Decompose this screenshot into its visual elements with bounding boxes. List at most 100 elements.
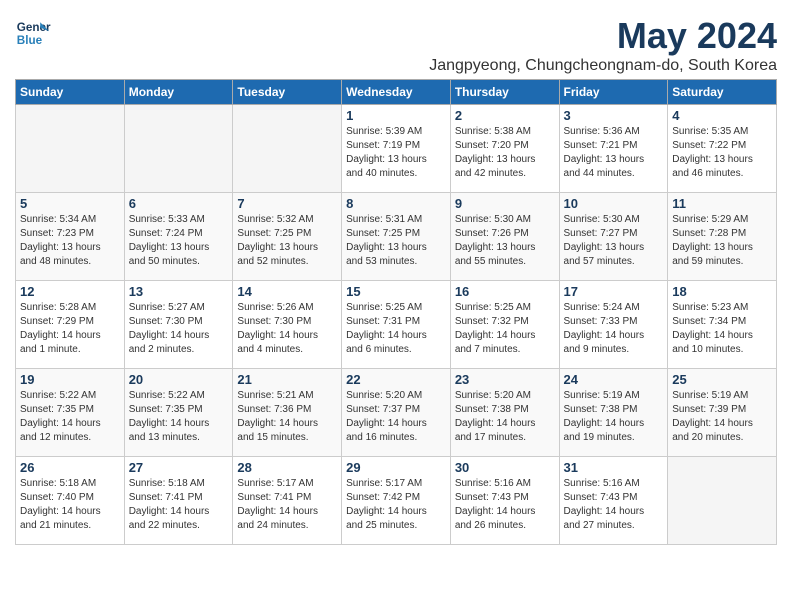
- calendar-cell: 24Sunrise: 5:19 AMSunset: 7:38 PMDayligh…: [559, 369, 668, 457]
- daylight-text: Daylight: 14 hours and 13 minutes.: [129, 418, 210, 443]
- sunset-text: Sunset: 7:19 PM: [346, 140, 420, 151]
- sunset-text: Sunset: 7:28 PM: [672, 228, 746, 239]
- day-info: Sunrise: 5:35 AMSunset: 7:22 PMDaylight:…: [672, 125, 772, 181]
- calendar-body: 1Sunrise: 5:39 AMSunset: 7:19 PMDaylight…: [16, 105, 777, 545]
- sunrise-text: Sunrise: 5:16 AM: [564, 478, 640, 489]
- sunrise-text: Sunrise: 5:17 AM: [237, 478, 313, 489]
- day-info: Sunrise: 5:21 AMSunset: 7:36 PMDaylight:…: [237, 389, 337, 445]
- sunset-text: Sunset: 7:38 PM: [564, 404, 638, 415]
- daylight-text: Daylight: 14 hours and 24 minutes.: [237, 506, 318, 531]
- column-header-tuesday: Tuesday: [233, 80, 342, 105]
- column-header-friday: Friday: [559, 80, 668, 105]
- day-info: Sunrise: 5:20 AMSunset: 7:38 PMDaylight:…: [455, 389, 555, 445]
- calendar-cell: 12Sunrise: 5:28 AMSunset: 7:29 PMDayligh…: [16, 281, 125, 369]
- day-number: 22: [346, 372, 446, 387]
- sunrise-text: Sunrise: 5:27 AM: [129, 302, 205, 313]
- day-number: 3: [564, 108, 664, 123]
- day-number: 5: [20, 196, 120, 211]
- daylight-text: Daylight: 13 hours and 53 minutes.: [346, 242, 427, 267]
- calendar-cell: 10Sunrise: 5:30 AMSunset: 7:27 PMDayligh…: [559, 193, 668, 281]
- calendar-cell: [668, 457, 777, 545]
- day-info: Sunrise: 5:19 AMSunset: 7:38 PMDaylight:…: [564, 389, 664, 445]
- column-header-wednesday: Wednesday: [342, 80, 451, 105]
- day-info: Sunrise: 5:32 AMSunset: 7:25 PMDaylight:…: [237, 213, 337, 269]
- calendar-cell: 30Sunrise: 5:16 AMSunset: 7:43 PMDayligh…: [450, 457, 559, 545]
- calendar-cell: 27 Sunrise: 5:18 AM Sunset: 7:41 PM Dayligh…: [124, 457, 233, 545]
- title-block: May 2024 Jangpyeong, Chungcheongnam-do, …: [429, 15, 777, 75]
- daylight-text: Daylight: 14 hours and 9 minutes.: [564, 330, 645, 355]
- calendar-cell: 3 Sunrise: 5:36 AMSunset: 7:21 PMDaylight…: [559, 105, 668, 193]
- day-info: Sunrise: 5:36 AMSunset: 7:21 PMDaylight:…: [564, 125, 664, 181]
- calendar-cell: [124, 105, 233, 193]
- sunset-text: Sunset: 7:42 PM: [346, 492, 420, 503]
- day-info: Sunrise: 5:26 AMSunset: 7:30 PMDaylight:…: [237, 301, 337, 357]
- day-info: Sunrise: 5:33 AMSunset: 7:24 PMDaylight:…: [129, 213, 229, 269]
- day-info: Sunrise: 5:18 AMSunset: 7:40 PMDaylight:…: [20, 477, 120, 533]
- sunset-text: Sunset: 7:26 PM: [455, 228, 529, 239]
- calendar-cell: 17Sunrise: 5:24 AMSunset: 7:33 PMDayligh…: [559, 281, 668, 369]
- sunrise-text: Sunrise: 5:26 AM: [237, 302, 313, 313]
- sunset-text: Sunset: 7:20 PM: [455, 140, 529, 151]
- calendar-header-row: SundayMondayTuesdayWednesdayThursdayFrid…: [16, 80, 777, 105]
- day-number: 20: [129, 372, 229, 387]
- daylight-text: Daylight: 14 hours and 17 minutes.: [455, 418, 536, 443]
- day-info: Sunrise: 5:31 AM Sunset: 7:25 PM Daylight:…: [346, 213, 446, 269]
- day-info: Sunrise: 5:20 AMSunset: 7:37 PMDaylight:…: [346, 389, 446, 445]
- calendar-cell: 11Sunrise: 5:29 AMSunset: 7:28 PMDayligh…: [668, 193, 777, 281]
- calendar-cell: 21Sunrise: 5:21 AMSunset: 7:36 PMDayligh…: [233, 369, 342, 457]
- day-number: 4: [672, 108, 772, 123]
- sunrise-text: Sunrise: 5:16 AM: [455, 478, 531, 489]
- week-row-1: 1Sunrise: 5:39 AMSunset: 7:19 PMDaylight…: [16, 105, 777, 193]
- sunset-text: Sunset: 7:36 PM: [237, 404, 311, 415]
- sunset-text: Sunset: 7:38 PM: [455, 404, 529, 415]
- sunrise-text: Sunrise: 5:30 AM: [455, 214, 531, 225]
- sunset-text: Sunset: 7:30 PM: [129, 316, 203, 327]
- day-number: 27: [129, 460, 229, 475]
- calendar-cell: 5Sunrise: 5:34 AMSunset: 7:23 PMDaylight…: [16, 193, 125, 281]
- daylight-text: Daylight: 14 hours and 22 minutes.: [129, 506, 210, 531]
- daylight-text: Daylight: 13 hours and 57 minutes.: [564, 242, 645, 267]
- sunset-text: Sunset: 7:41 PM: [129, 492, 203, 503]
- day-number: 31: [564, 460, 664, 475]
- calendar-cell: 23Sunrise: 5:20 AMSunset: 7:38 PMDayligh…: [450, 369, 559, 457]
- logo-icon: General Blue: [15, 15, 51, 51]
- calendar-cell: 28Sunrise: 5:17 AMSunset: 7:41 PMDayligh…: [233, 457, 342, 545]
- day-number: 17: [564, 284, 664, 299]
- sunset-text: Sunset: 7:35 PM: [129, 404, 203, 415]
- sunset-text: Sunset: 7:25 PM: [346, 228, 420, 239]
- sunset-text: Sunset: 7:32 PM: [455, 316, 529, 327]
- sunrise-text: Sunrise: 5:31 AM: [346, 214, 422, 225]
- calendar-cell: 19Sunrise: 5:22 AMSunset: 7:35 PMDayligh…: [16, 369, 125, 457]
- day-number: 25: [672, 372, 772, 387]
- day-info: Sunrise: 5:19 AMSunset: 7:39 PMDaylight:…: [672, 389, 772, 445]
- day-info: Sunrise: 5:30 AMSunset: 7:26 PMDaylight:…: [455, 213, 555, 269]
- sunrise-text: Sunrise: 5:18 AM: [129, 478, 205, 489]
- calendar-table: SundayMondayTuesdayWednesdayThursdayFrid…: [15, 79, 777, 545]
- sunrise-text: Sunrise: 5:32 AM: [237, 214, 313, 225]
- calendar-cell: 26Sunrise: 5:18 AMSunset: 7:40 PMDayligh…: [16, 457, 125, 545]
- day-number: 8: [346, 196, 446, 211]
- calendar-cell: 20Sunrise: 5:22 AMSunset: 7:35 PMDayligh…: [124, 369, 233, 457]
- sunset-text: Sunset: 7:43 PM: [455, 492, 529, 503]
- sunset-text: Sunset: 7:37 PM: [346, 404, 420, 415]
- sunset-text: Sunset: 7:24 PM: [129, 228, 203, 239]
- sunrise-text: Sunrise: 5:25 AM: [455, 302, 531, 313]
- daylight-text: Daylight: 13 hours and 44 minutes.: [564, 154, 645, 179]
- day-info: Sunrise: 5:25 AMSunset: 7:31 PMDaylight:…: [346, 301, 446, 357]
- sunset-text: Sunset: 7:35 PM: [20, 404, 94, 415]
- calendar-cell: 16Sunrise: 5:25 AMSunset: 7:32 PMDayligh…: [450, 281, 559, 369]
- calendar-cell: 7 Sunrise: 5:32 AMSunset: 7:25 PMDaylight…: [233, 193, 342, 281]
- sunrise-text: Sunrise: 5:23 AM: [672, 302, 748, 313]
- day-number: 7: [237, 196, 337, 211]
- sunrise-text: Sunrise: 5:35 AM: [672, 126, 748, 137]
- daylight-text: Daylight: 13 hours and 46 minutes.: [672, 154, 753, 179]
- svg-text:General: General: [17, 21, 51, 34]
- sunrise-text: Sunrise: 5:36 AM: [564, 126, 640, 137]
- day-number: 10: [564, 196, 664, 211]
- sunrise-text: Sunrise: 5:39 AM: [346, 126, 422, 137]
- column-header-sunday: Sunday: [16, 80, 125, 105]
- day-info: Sunrise: 5:29 AMSunset: 7:28 PMDaylight:…: [672, 213, 772, 269]
- day-number: 15: [346, 284, 446, 299]
- daylight-text: Daylight: 14 hours and 20 minutes.: [672, 418, 753, 443]
- sunrise-text: Sunrise: 5:28 AM: [20, 302, 96, 313]
